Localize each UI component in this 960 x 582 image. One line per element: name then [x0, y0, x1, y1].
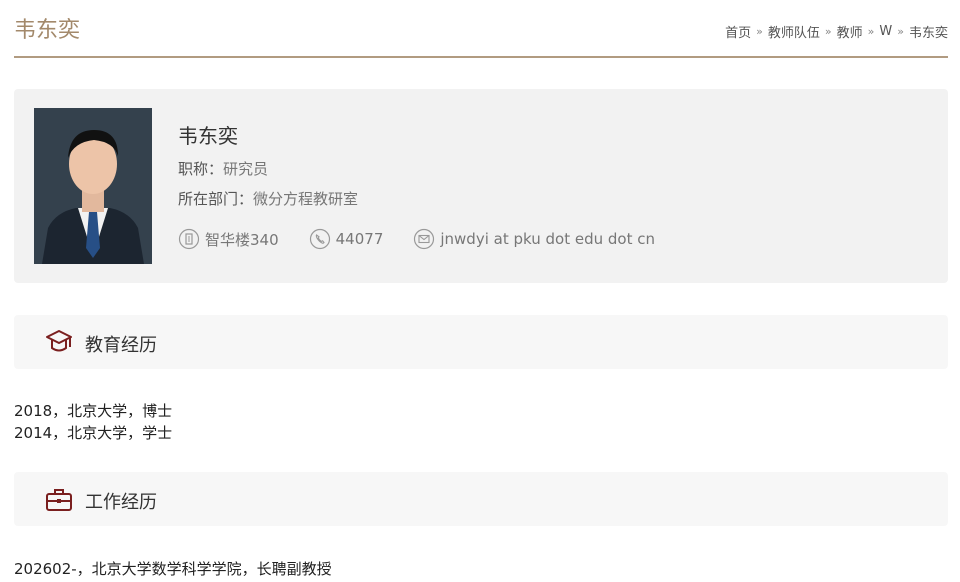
- phone-text: 44077: [335, 230, 384, 248]
- page-title: 韦东奕: [14, 18, 81, 43]
- office-item: 智华楼340: [178, 228, 279, 250]
- department-label: 所在部门：: [178, 190, 254, 208]
- work-item: 202602-，北京大学数学科学学院，长聘副教授: [14, 560, 332, 578]
- phone-icon: [309, 228, 330, 250]
- phone-item: 44077: [309, 228, 384, 250]
- title-row: 职称：研究员: [178, 158, 268, 179]
- breadcrumb-current: 韦东奕: [908, 26, 948, 41]
- email-text: jnwdyi at pku dot edu dot cn: [440, 230, 655, 248]
- breadcrumb-faculty[interactable]: 教师队伍: [768, 22, 820, 41]
- education-heading: 教育经历: [85, 335, 157, 356]
- breadcrumb: 首页 » 教师队伍 » 教师 » W » 韦东奕: [725, 22, 948, 41]
- work-heading: 工作经历: [85, 492, 157, 513]
- mail-icon: [414, 228, 435, 250]
- breadcrumb-letter-w[interactable]: W: [879, 24, 892, 39]
- breadcrumb-separator: »: [824, 25, 832, 38]
- breadcrumb-home[interactable]: 首页: [725, 22, 751, 41]
- office-text: 智华楼340: [205, 230, 279, 249]
- profile-photo: [34, 108, 152, 264]
- breadcrumb-separator: »: [867, 25, 875, 38]
- briefcase-icon: [46, 489, 72, 511]
- education-item: 2018，北京大学，博士: [14, 402, 173, 420]
- title-value: 研究员: [223, 160, 269, 178]
- profile-card: [14, 89, 948, 283]
- department-value: 微分方程教研室: [253, 190, 359, 208]
- breadcrumb-teachers[interactable]: 教师: [837, 22, 863, 41]
- profile-name: 韦东奕: [178, 124, 238, 148]
- title-label: 职称：: [178, 160, 224, 178]
- education-item: 2014，北京大学，学士: [14, 424, 173, 442]
- breadcrumb-separator: »: [897, 25, 904, 38]
- title-divider: [14, 56, 948, 58]
- department-row: 所在部门：微分方程教研室: [178, 188, 358, 209]
- contact-row: 智华楼340 44077 jnwdyi at pku dot edu dot c…: [178, 228, 655, 250]
- building-icon: [178, 228, 200, 250]
- breadcrumb-separator: »: [756, 25, 763, 38]
- email-item: jnwdyi at pku dot edu dot cn: [413, 228, 655, 250]
- graduation-cap-icon: [46, 330, 72, 352]
